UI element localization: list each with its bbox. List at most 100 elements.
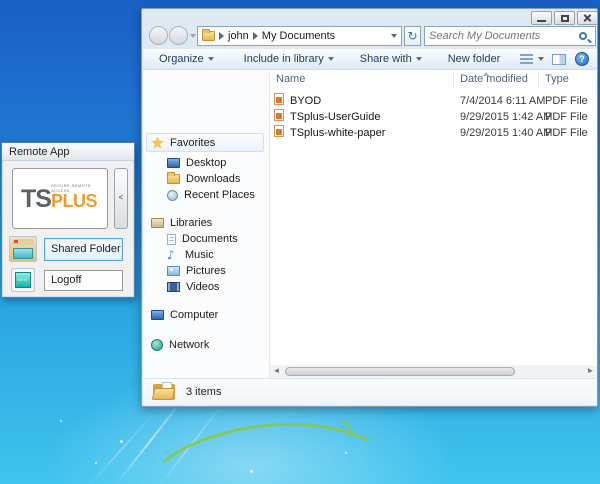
explorer-window: john My Documents ↻ Organize Include in …	[141, 8, 598, 407]
refresh-button[interactable]: ↻	[404, 26, 421, 46]
libraries-icon	[151, 218, 164, 228]
logoff-button[interactable]: Logoff	[44, 270, 123, 291]
back-icon	[154, 32, 162, 40]
minimize-icon	[537, 20, 546, 22]
search-input[interactable]	[425, 30, 579, 42]
column-separator[interactable]	[453, 71, 454, 88]
file-type: PDF File	[545, 93, 588, 109]
sidebar-item-videos[interactable]: Videos	[143, 279, 269, 295]
scroll-right-icon[interactable]: ►	[584, 365, 597, 378]
wallpaper-branch	[134, 411, 406, 484]
refresh-icon: ↻	[407, 29, 417, 43]
breadcrumb-folder-icon	[202, 31, 215, 41]
sidebar-item-downloads[interactable]: Downloads	[143, 171, 269, 187]
file-row-tsplus-userguide[interactable]: TSplus-UserGuide 9/29/2015 1:42 AM PDF F…	[270, 109, 597, 125]
help-icon: ?	[579, 54, 585, 64]
search-icon[interactable]	[579, 32, 587, 40]
shared-folder-button[interactable]: Shared Folder	[44, 238, 123, 261]
collapse-panel-button[interactable]: <	[114, 168, 128, 229]
sidebar-item-network[interactable]: Network	[143, 337, 269, 353]
file-type: PDF File	[545, 109, 588, 125]
remote-app-title: Remote App	[9, 146, 70, 158]
organize-button[interactable]: Organize	[151, 49, 222, 70]
back-button[interactable]	[149, 26, 168, 45]
sidebar-item-music[interactable]: ♪Music	[143, 247, 269, 263]
pdf-file-icon	[274, 109, 284, 121]
shared-folder-icon[interactable]	[9, 236, 37, 262]
wallpaper-sparkle	[120, 440, 123, 443]
file-list-pane: Name Date modified Type BYOD 7/4/2014 6:…	[270, 70, 597, 378]
file-name[interactable]: BYOD	[290, 93, 321, 109]
items-count: 3 items	[186, 386, 221, 398]
explorer-content: Favorites Desktop Downloads Recent Place…	[143, 70, 597, 378]
change-view-dropdown-icon[interactable]	[538, 57, 544, 61]
file-date-modified: 9/29/2015 1:40 AM	[460, 125, 552, 141]
pdf-file-icon	[274, 125, 284, 137]
forward-icon	[177, 32, 185, 40]
file-name[interactable]: TSplus-UserGuide	[290, 109, 380, 125]
column-header-date-modified[interactable]: Date modified	[460, 71, 528, 88]
videos-icon	[167, 282, 180, 292]
file-date-modified: 7/4/2014 6:11 AM	[460, 93, 545, 109]
wallpaper-sparkle	[60, 420, 62, 422]
help-button[interactable]: ?	[575, 52, 589, 66]
downloads-icon	[167, 174, 180, 184]
scroll-left-icon[interactable]: ◄	[270, 365, 283, 378]
change-view-icon[interactable]	[520, 54, 533, 64]
sidebar-item-libraries[interactable]: Libraries	[143, 215, 269, 231]
address-bar[interactable]: john My Documents	[197, 26, 402, 46]
preview-pane-icon[interactable]	[552, 54, 566, 65]
maximize-button[interactable]	[554, 11, 575, 25]
include-in-library-button[interactable]: Include in library	[236, 49, 342, 70]
search-box[interactable]	[424, 26, 596, 46]
close-button[interactable]	[577, 11, 598, 25]
dropdown-caret-icon	[208, 57, 214, 61]
sidebar-item-documents[interactable]: Documents	[143, 231, 269, 247]
horizontal-scrollbar[interactable]: ◄ ►	[270, 365, 597, 378]
horizontal-scrollbar-thumb[interactable]	[285, 367, 515, 376]
collapse-chevron-icon: <	[119, 193, 124, 202]
computer-icon	[151, 310, 164, 320]
sidebar-item-desktop[interactable]: Desktop	[143, 155, 269, 171]
breadcrumb-separator-icon	[253, 32, 258, 40]
share-with-button[interactable]: Share with	[352, 49, 430, 70]
breadcrumb-segment-user[interactable]: john	[228, 30, 249, 42]
file-date-modified: 9/29/2015 1:42 AM	[460, 109, 552, 125]
sidebar-item-recent-places[interactable]: Recent Places	[143, 187, 269, 203]
exit-icon[interactable]: EXIT	[11, 268, 35, 292]
column-separator[interactable]	[538, 71, 539, 88]
dropdown-caret-icon	[416, 57, 422, 61]
tsplus-logo-plus: PLUS	[51, 191, 97, 211]
file-row-tsplus-white-paper[interactable]: TSplus-white-paper 9/29/2015 1:40 AM PDF…	[270, 125, 597, 141]
forward-button[interactable]	[169, 26, 188, 45]
remote-app-window: Remote App SECURE REMOTE ACCESS TSPLUS <…	[1, 142, 135, 298]
tsplus-logo-ts: TS	[21, 185, 51, 213]
column-header-type[interactable]: Type	[545, 71, 569, 88]
remote-app-titlebar[interactable]: Remote App	[2, 143, 134, 161]
file-row-byod[interactable]: BYOD 7/4/2014 6:11 AM PDF File	[270, 93, 597, 109]
documents-icon	[167, 234, 176, 245]
sidebar-item-favorites[interactable]: Favorites	[143, 135, 269, 151]
pictures-icon	[167, 266, 180, 276]
new-folder-button[interactable]: New folder	[440, 49, 509, 70]
wallpaper-sparkle	[95, 462, 97, 464]
navigation-pane: Favorites Desktop Downloads Recent Place…	[143, 70, 269, 378]
desktop: john My Documents ↻ Organize Include in …	[0, 0, 600, 484]
details-pane: 3 items	[143, 378, 597, 405]
folder-icon	[153, 382, 177, 402]
dropdown-caret-icon	[328, 57, 334, 61]
address-dropdown-icon[interactable]	[391, 34, 397, 38]
command-toolbar: Organize Include in library Share with N…	[143, 49, 597, 70]
sidebar-item-computer[interactable]: Computer	[143, 307, 269, 323]
file-type: PDF File	[545, 125, 588, 141]
breadcrumb-segment-folder[interactable]: My Documents	[262, 30, 335, 42]
recent-pages-dropdown-icon[interactable]	[190, 34, 196, 38]
wallpaper-sparkle	[250, 470, 253, 473]
pdf-file-icon	[274, 93, 284, 105]
column-header-name[interactable]: Name	[276, 71, 305, 88]
minimize-button[interactable]	[531, 11, 552, 25]
file-name[interactable]: TSplus-white-paper	[290, 125, 385, 141]
sidebar-item-pictures[interactable]: Pictures	[143, 263, 269, 279]
music-icon: ♪	[167, 249, 179, 261]
recent-places-icon	[167, 190, 178, 201]
